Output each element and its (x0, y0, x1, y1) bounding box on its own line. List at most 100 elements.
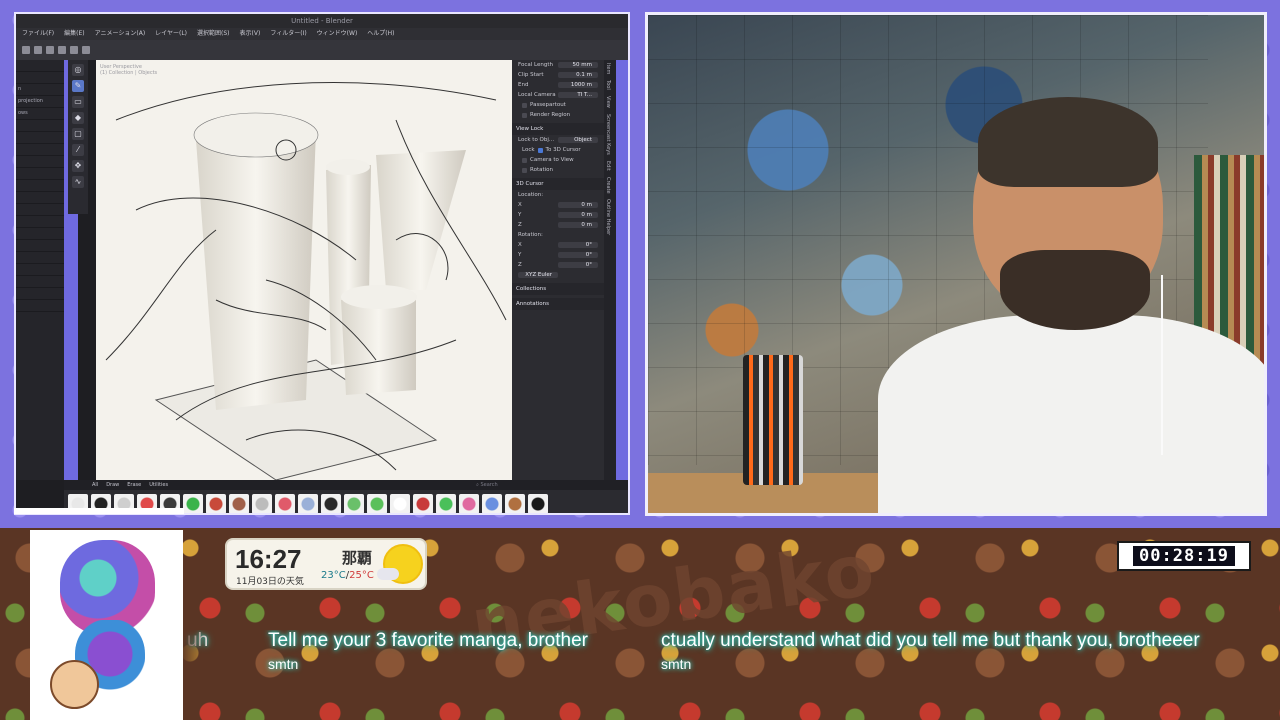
cursor-tool-icon[interactable]: ◎ (72, 64, 84, 76)
render-region-check[interactable]: Render Region (512, 110, 604, 120)
brush-preset[interactable] (252, 493, 272, 513)
brush-preset[interactable] (321, 493, 341, 513)
loc-x-input[interactable]: 0 m (558, 202, 598, 208)
layer-row[interactable] (16, 60, 64, 72)
loc-y-input[interactable]: 0 m (558, 212, 598, 218)
clip-end-input[interactable]: 1000 m (558, 82, 598, 88)
layer-row[interactable] (16, 252, 64, 264)
sidebar-tab[interactable]: Edit (604, 158, 612, 174)
layer-row[interactable] (16, 300, 64, 312)
brush-preset[interactable] (505, 493, 525, 513)
rot-y-input[interactable]: 0° (558, 252, 598, 258)
layer-row[interactable] (16, 132, 64, 144)
rotation-mode-select[interactable]: XYZ Euler (518, 272, 558, 278)
tool-column: ◎ ✎ ▭ ◆ ▢ ⁄ ✥ ∿ (68, 60, 88, 214)
brush-preset[interactable] (436, 493, 456, 513)
focal-length-row: Focal Length 50 mm (512, 60, 604, 70)
layer-row[interactable]: ows (16, 108, 64, 120)
layer-row[interactable] (16, 216, 64, 228)
to-3d-cursor-check[interactable]: Lock To 3D Cursor (512, 145, 604, 155)
frame-tool-icon[interactable]: ▢ (72, 128, 84, 140)
local-camera-select[interactable]: TI T... (558, 92, 598, 98)
brush-preset[interactable] (482, 493, 502, 513)
brush-preset[interactable] (344, 493, 364, 513)
lock-object-select[interactable]: Object (558, 137, 598, 143)
brush-tab[interactable]: Erase (127, 480, 141, 490)
brush-search-input[interactable]: ⌕ Search (476, 480, 498, 490)
layer-row[interactable] (16, 192, 64, 204)
rot-z-input[interactable]: 0° (558, 262, 598, 268)
view-lock-header[interactable]: View Lock (512, 123, 604, 135)
clock-weather-widget: 16:27 11月03日の天気 那覇 23°C/25°C (225, 538, 427, 590)
save-icon[interactable] (46, 46, 54, 54)
3d-cursor-header[interactable]: 3D Cursor (512, 178, 604, 190)
new-icon[interactable] (22, 46, 30, 54)
layer-row[interactable] (16, 156, 64, 168)
brush-preset[interactable] (275, 493, 295, 513)
menu-item[interactable]: ファイル(F) (22, 28, 54, 40)
focal-length-input[interactable]: 50 mm (558, 62, 598, 68)
checkbox-icon (522, 157, 527, 163)
layer-row[interactable] (16, 144, 64, 156)
menu-item[interactable]: フィルター(I) (270, 28, 306, 40)
menu-item[interactable]: 編集(E) (64, 28, 84, 40)
collections-header[interactable]: Collections (512, 283, 604, 295)
clip-start-input[interactable]: 0.1 m (558, 72, 598, 78)
loc-z-input[interactable]: 0 m (558, 222, 598, 228)
drawing-canvas[interactable]: User Perspective (1) Collection | Object… (96, 60, 512, 480)
sidebar-tab[interactable]: Outline Helper (604, 196, 612, 238)
temp-high: 25°C (349, 570, 374, 581)
layer-row[interactable] (16, 264, 64, 276)
eyedropper-tool-icon[interactable]: ⁄ (72, 144, 84, 156)
brush-tab[interactable]: Draw (106, 480, 119, 490)
sidebar-tab[interactable]: View (604, 93, 612, 111)
undo-icon[interactable] (58, 46, 66, 54)
curve-tool-icon[interactable]: ∿ (72, 176, 84, 188)
brush-preset[interactable] (390, 493, 410, 513)
brush-preset[interactable] (459, 493, 479, 513)
annotations-header[interactable]: Annotations (512, 298, 604, 310)
layer-row[interactable] (16, 288, 64, 300)
fill-tool-icon[interactable]: ◆ (72, 112, 84, 124)
brush-tab[interactable]: All (92, 480, 98, 490)
brush-preset[interactable] (528, 493, 548, 513)
brush-preset[interactable] (298, 493, 318, 513)
camera-to-view-check[interactable]: Camera to View (512, 155, 604, 165)
brush-preset[interactable] (229, 493, 249, 513)
settings-icon[interactable] (82, 46, 90, 54)
menu-item[interactable]: 選択範囲(S) (197, 28, 230, 40)
open-icon[interactable] (34, 46, 42, 54)
sidebar-tab[interactable]: Item (604, 60, 612, 77)
passepartout-check[interactable]: Passepartout (512, 100, 604, 110)
transform-tool-icon[interactable]: ✥ (72, 160, 84, 172)
layer-row[interactable]: n (16, 84, 64, 96)
menu-item[interactable]: アニメーション(A) (95, 28, 146, 40)
menu-item[interactable]: レイヤー(L) (155, 28, 187, 40)
earbud-wire (1161, 275, 1163, 455)
brush-preset[interactable] (367, 493, 387, 513)
layer-row[interactable] (16, 228, 64, 240)
layer-row[interactable] (16, 204, 64, 216)
brush-preset[interactable] (413, 493, 433, 513)
eraser-tool-icon[interactable]: ▭ (72, 96, 84, 108)
sidebar-tab[interactable]: Screencast Keys (604, 111, 612, 158)
layer-row[interactable] (16, 120, 64, 132)
rot-x-input[interactable]: 0° (558, 242, 598, 248)
sidebar-tab[interactable]: Create (604, 174, 612, 197)
rotation-lock-check[interactable]: Rotation (512, 165, 604, 175)
brush-preset[interactable] (206, 493, 226, 513)
brush-preset[interactable] (183, 493, 203, 513)
layer-row[interactable] (16, 240, 64, 252)
layer-row[interactable] (16, 180, 64, 192)
menu-item[interactable]: ヘルプ(H) (367, 28, 394, 40)
brush-tool-icon[interactable]: ✎ (72, 80, 84, 92)
layer-row[interactable]: projection (16, 96, 64, 108)
redo-icon[interactable] (70, 46, 78, 54)
brush-tab[interactable]: Utilities (149, 480, 168, 490)
layer-row[interactable] (16, 276, 64, 288)
layer-row[interactable] (16, 168, 64, 180)
menu-item[interactable]: ウィンドウ(W) (317, 28, 358, 40)
layer-row[interactable] (16, 72, 64, 84)
sidebar-tab[interactable]: Tool (604, 77, 612, 93)
menu-item[interactable]: 表示(V) (240, 28, 261, 40)
